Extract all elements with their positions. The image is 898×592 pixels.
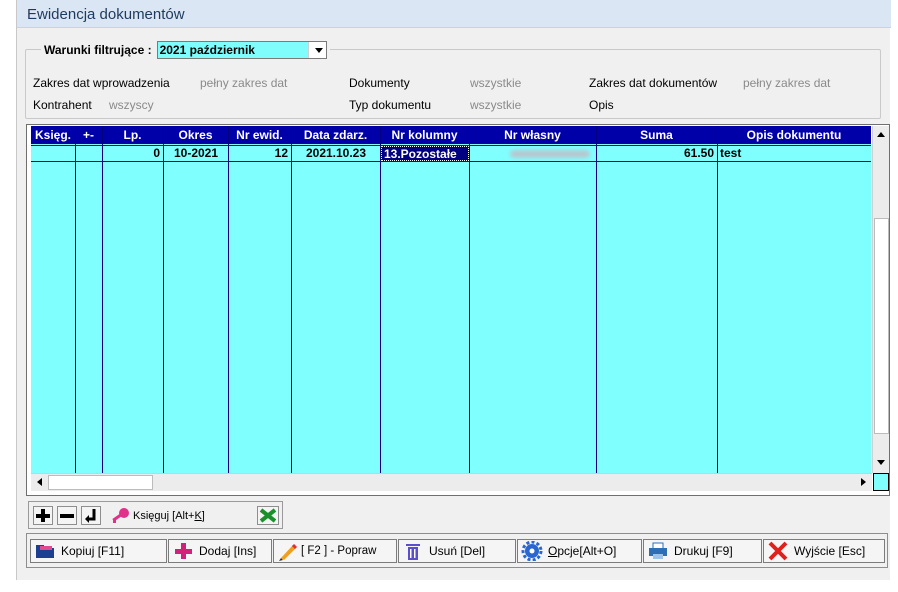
minus-icon (60, 514, 74, 518)
cell-lp[interactable]: 0 (103, 146, 163, 161)
excel-icon (259, 508, 277, 523)
plus-button[interactable] (33, 506, 53, 525)
entry-date-range-value: pełny zakres dat (200, 76, 288, 90)
window-title: Ewidencja dokumentów (27, 6, 185, 23)
column-divider (596, 126, 597, 473)
vertical-scroll-thumb[interactable] (874, 218, 889, 434)
delete-button-label: Usuń [Del] (429, 544, 486, 558)
column-divider (75, 126, 76, 473)
horizontal-scroll-thumb[interactable] (48, 475, 153, 490)
col-lp-header[interactable]: Lp. (102, 126, 163, 144)
scroll-down-button[interactable] (873, 454, 889, 471)
cell-ksieg[interactable] (31, 146, 75, 161)
options-button-label: Opcje[Alt+O] (548, 544, 617, 558)
delete-button[interactable]: Usuń [Del] (398, 539, 516, 563)
arrow-right-icon (861, 478, 866, 486)
column-divider (380, 126, 381, 473)
grid-corner (873, 473, 889, 491)
options-button[interactable]: Opcje[Alt+O] (517, 539, 642, 563)
document-register-window: Ewidencja dokumentów Warunki filtrujące … (16, 0, 891, 580)
folder-icon (34, 541, 56, 561)
cell-data-zdarz[interactable]: 2021.10.23 (292, 146, 380, 161)
filter-conditions-label: Warunki filtrujące : (44, 43, 152, 57)
cell-suma[interactable]: 61.50 (597, 146, 717, 161)
edit-button[interactable]: [ F2 ] - Popraw (273, 539, 397, 563)
document-date-range-label: Zakres dat dokumentów (589, 76, 718, 90)
pencil-icon (277, 541, 299, 561)
minus-button[interactable] (57, 506, 77, 525)
table-row[interactable]: 0 10-2021 12 2021.10.23 13.Pozostałe 61.… (31, 145, 871, 162)
scroll-right-button[interactable] (855, 474, 871, 491)
col-data-zdarz-header[interactable]: Data zdarz. (291, 126, 380, 144)
column-divider (469, 126, 470, 473)
return-arrow-icon (85, 509, 96, 523)
documents-grid[interactable]: Księg. +- Lp. Okres Nr ewid. Data zdarz.… (31, 126, 871, 473)
add-button[interactable]: Dodaj [Ins] (168, 539, 272, 563)
close-icon (767, 541, 789, 561)
cell-okres[interactable]: 10-2021 (164, 146, 228, 161)
period-combobox[interactable]: 2021 październik (156, 41, 327, 59)
col-plus-minus-header[interactable]: +- (75, 126, 102, 144)
action-button-bar: Kopiuj [F11] Dodaj [Ins] [ F2 ] - Popraw… (26, 533, 888, 568)
edit-button-label: [ F2 ] - Popraw (301, 545, 377, 557)
cell-nr-ewid[interactable]: 12 (229, 146, 291, 161)
cell-plus-minus[interactable] (76, 146, 102, 161)
arrow-up-icon (877, 132, 885, 137)
document-date-range-value: pełny zakres dat (743, 76, 831, 90)
cell-opis[interactable]: test (718, 146, 871, 161)
arrow-left-icon (37, 478, 42, 486)
gear-icon (521, 540, 543, 562)
scroll-up-button[interactable] (873, 126, 889, 143)
col-ksieg-header[interactable]: Księg. (31, 126, 75, 144)
col-nr-wlasny-header[interactable]: Nr własny (469, 126, 596, 144)
filter-legend: Warunki filtrujące : 2021 październik (41, 41, 330, 59)
column-divider (228, 126, 229, 473)
print-button-label: Drukuj [F9] (674, 544, 733, 558)
exit-button-label: Wyjście [Esc] (794, 544, 866, 558)
contractor-label: Kontrahent (33, 98, 92, 112)
scroll-left-button[interactable] (31, 474, 47, 491)
printer-icon (647, 541, 669, 561)
period-combobox-value: 2021 październik (157, 42, 308, 58)
description-label: Opis (589, 98, 614, 112)
column-divider (163, 126, 164, 473)
document-type-value: wszystkie (470, 98, 522, 112)
cell-nr-kolumny-selected[interactable]: 13.Pozostałe (381, 146, 469, 161)
blurred-value (510, 150, 590, 158)
copy-button[interactable]: Kopiuj [F11] (30, 539, 167, 563)
col-nr-ewid-header[interactable]: Nr ewid. (228, 126, 291, 144)
horizontal-scrollbar[interactable] (31, 473, 872, 491)
document-type-label: Typ dokumentu (349, 98, 432, 112)
grid-header: Księg. +- Lp. Okres Nr ewid. Data zdarz.… (31, 126, 871, 144)
vertical-scrollbar[interactable] (872, 126, 889, 473)
plus-icon (36, 509, 50, 522)
trash-icon (402, 541, 424, 561)
col-nr-kolumny-header[interactable]: Nr kolumny (380, 126, 469, 144)
plus-icon (172, 541, 194, 561)
column-divider (717, 126, 718, 473)
documents-label: Dokumenty (349, 76, 410, 90)
contractor-value: wszyscy (109, 98, 154, 112)
col-suma-header[interactable]: Suma (596, 126, 717, 144)
key-icon (112, 507, 129, 523)
column-divider (291, 126, 292, 473)
cell-nr-wlasny[interactable] (470, 146, 596, 161)
col-okres-header[interactable]: Okres (163, 126, 228, 144)
col-opis-header[interactable]: Opis dokumentu (717, 126, 871, 144)
title-bar: Ewidencja dokumentów (17, 0, 891, 28)
record-tools-panel: Księguj [Alt+K] (28, 501, 283, 529)
entry-date-range-label: Zakres dat wprowadzenia (33, 76, 170, 90)
exit-button[interactable]: Wyjście [Esc] (763, 539, 885, 563)
post-button-label: Księguj [Alt+K] (133, 509, 205, 522)
documents-value: wszystkie (470, 76, 522, 90)
copy-button-label: Kopiuj [F11] (61, 544, 125, 558)
return-button[interactable] (81, 506, 101, 525)
arrow-down-icon (877, 460, 885, 465)
add-button-label: Dodaj [Ins] (199, 544, 257, 558)
column-divider (102, 126, 103, 473)
post-button[interactable]: Księguj [Alt+K] (109, 506, 254, 525)
dropdown-arrow-icon[interactable] (307, 42, 326, 58)
excel-export-button[interactable] (257, 506, 279, 525)
print-button[interactable]: Drukuj [F9] (643, 539, 762, 563)
